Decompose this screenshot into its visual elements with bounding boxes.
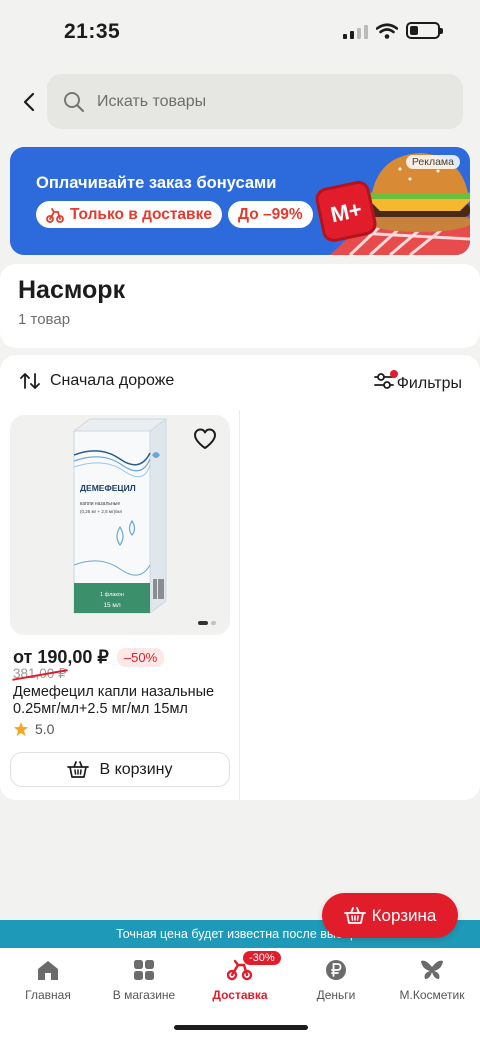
pagination-dot bbox=[198, 621, 208, 625]
promo-banner[interactable]: Оплачивайте заказ бонусами Только в дост… bbox=[10, 147, 470, 255]
banner-delivery-pill: Только в доставке bbox=[36, 201, 222, 228]
page-title: Насморк bbox=[18, 276, 126, 304]
box-vial: 1 флакон bbox=[100, 592, 124, 598]
pagination-dot bbox=[211, 621, 216, 625]
tab-label: Главная bbox=[25, 988, 71, 1002]
price-row: от 190,00 ₽ –50% bbox=[13, 647, 165, 668]
tab-label: В магазине bbox=[112, 988, 176, 1002]
discount-badge: –50% bbox=[116, 648, 165, 667]
product-name[interactable]: Демефецил капли назальные 0.25мг/мл+2.5 … bbox=[13, 684, 231, 718]
grid-icon bbox=[133, 958, 155, 982]
rating: 5.0 bbox=[13, 721, 54, 737]
search-input[interactable]: Искать товары bbox=[47, 74, 463, 129]
column-divider bbox=[239, 410, 240, 800]
banner-discount-pill: До –99% bbox=[228, 201, 313, 228]
box-volume: 15 мл bbox=[103, 602, 121, 609]
signal-icon bbox=[343, 23, 368, 39]
banner-delivery-text: Только в доставке bbox=[70, 205, 212, 223]
tab-money[interactable]: Деньги bbox=[288, 948, 384, 1008]
sort-button[interactable]: Сначала дороже bbox=[20, 372, 174, 390]
box-sub: капли назальные bbox=[80, 501, 120, 507]
status-time: 21:35 bbox=[64, 20, 121, 43]
home-indicator bbox=[174, 1025, 308, 1030]
product-list: Сначала дороже Фильтры ДЕМЕФЕЦИЛ капли н… bbox=[0, 355, 480, 800]
favorite-button[interactable] bbox=[192, 427, 218, 456]
product-image[interactable]: ДЕМЕФЕЦИЛ капли назальные (0,25 мг + 2,5… bbox=[10, 415, 230, 635]
tab-cosmetics[interactable]: М.Косметик bbox=[384, 948, 480, 1008]
butterfly-icon bbox=[420, 958, 444, 982]
chevron-left-icon bbox=[23, 92, 35, 112]
search-placeholder: Искать товары bbox=[97, 92, 207, 110]
star-icon bbox=[14, 722, 28, 736]
sort-label: Сначала дороже bbox=[50, 372, 175, 389]
category-header: Насморк 1 товар bbox=[0, 264, 480, 348]
filter-active-dot bbox=[389, 370, 398, 378]
old-price: 381,00 ₽ bbox=[13, 666, 67, 681]
cart-label: Корзина bbox=[371, 905, 437, 925]
basket-icon bbox=[343, 906, 366, 924]
search-row: Искать товары bbox=[0, 74, 480, 130]
status-icons bbox=[343, 22, 443, 39]
tab-delivery[interactable]: -30% Доставка bbox=[192, 948, 288, 1008]
wifi-icon bbox=[376, 22, 398, 39]
banner-title: Оплачивайте заказ бонусами bbox=[36, 174, 277, 192]
home-icon bbox=[36, 958, 60, 982]
scooter-icon: -30% bbox=[227, 951, 281, 982]
basket-icon bbox=[67, 760, 90, 778]
item-count: 1 товар bbox=[18, 311, 71, 328]
sort-icon bbox=[20, 373, 40, 389]
scooter-icon bbox=[46, 207, 64, 223]
ruble-icon bbox=[325, 958, 347, 982]
tab-in-store[interactable]: В магазине bbox=[96, 948, 192, 1008]
tab-label: Деньги bbox=[316, 988, 356, 1002]
tab-label: М.Косметик bbox=[399, 988, 465, 1002]
search-icon bbox=[64, 91, 85, 112]
back-button[interactable] bbox=[14, 84, 44, 120]
filter-icon bbox=[373, 370, 398, 395]
box-dose: (0,25 мг + 2,5 мг)/мл bbox=[80, 509, 122, 514]
filter-label: Фильтры bbox=[396, 374, 462, 392]
add-to-cart-label: В корзину bbox=[99, 760, 173, 778]
ad-label[interactable]: Реклама bbox=[405, 155, 460, 169]
tab-label: Доставка bbox=[212, 988, 268, 1002]
status-bar: 21:35 bbox=[0, 0, 480, 64]
tab-badge: -30% bbox=[243, 951, 281, 965]
battery-icon bbox=[406, 22, 443, 39]
heart-icon bbox=[194, 428, 216, 449]
add-to-cart-button[interactable]: В корзину bbox=[10, 752, 230, 787]
image-pagination bbox=[198, 621, 216, 625]
cart-button[interactable]: Корзина bbox=[322, 893, 458, 938]
filter-button[interactable]: Фильтры bbox=[373, 370, 462, 395]
price: от 190,00 ₽ bbox=[13, 647, 109, 667]
box-name: ДЕМЕФЕЦИЛ bbox=[80, 483, 136, 493]
tab-home[interactable]: Главная bbox=[0, 948, 96, 1008]
rating-value: 5.0 bbox=[35, 721, 55, 737]
